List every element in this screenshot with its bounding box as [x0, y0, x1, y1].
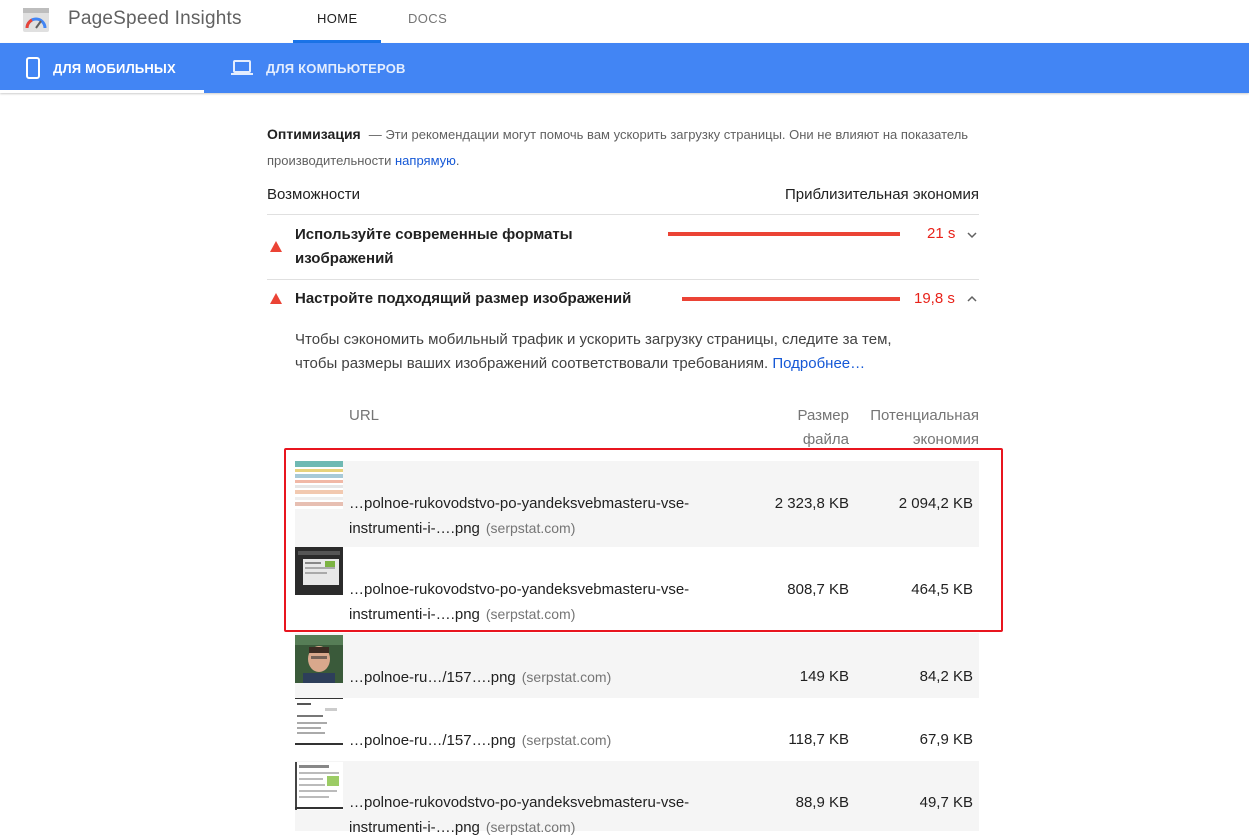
- savings-bar: [668, 232, 900, 236]
- smartphone-icon: [26, 57, 40, 79]
- device-tabs-bar: ДЛЯ МОБИЛЬНЫХ ДЛЯ КОМПЬЮТЕРОВ: [0, 43, 1249, 93]
- row-domain: (serpstat.com): [521, 732, 612, 748]
- directly-link[interactable]: напрямую: [395, 153, 456, 168]
- audit-title-line2: изображений: [295, 250, 394, 267]
- row-domain: (serpstat.com): [521, 669, 612, 685]
- row-potential-saving: 67,9 KB: [919, 731, 973, 748]
- optimization-note: Оптимизация — Эти рекомендации могут помо…: [267, 121, 979, 174]
- device-tab-indicator: [0, 90, 204, 93]
- row-url: …polnoe-ru…/157….png (serpstat.com): [349, 665, 611, 690]
- description-line2: чтобы размеры ваших изображений соответс…: [295, 355, 769, 372]
- column-header-url: URL: [349, 407, 380, 424]
- optimization-text: — Эти рекомендации могут помочь вам уско…: [267, 127, 969, 168]
- row-url-text[interactable]: …polnoe-ru…/157….png: [349, 732, 516, 749]
- row-url-line1[interactable]: …polnoe-rukovodstvo-po-yandeksvebmasteru…: [349, 791, 689, 815]
- row-file-size: 118,7 KB: [788, 731, 849, 748]
- table-row: …polnoe-ru…/157….png (serpstat.com) 118,7…: [295, 698, 979, 761]
- row-potential-saving: 84,2 KB: [919, 668, 973, 685]
- table-row: …polnoe-rukovodstvo-po-yandeksvebmasteru…: [295, 761, 979, 836]
- image-thumbnail: [295, 635, 343, 683]
- tab-desktop[interactable]: ДЛЯ КОМПЬЮТЕРОВ: [231, 43, 406, 93]
- tab-mobile-label: ДЛЯ МОБИЛЬНЫХ: [53, 60, 176, 76]
- table-row: …polnoe-ru…/157….png (serpstat.com) 149 K…: [295, 633, 979, 698]
- audit-modern-image-formats[interactable]: Используйте современные форматы изображе…: [267, 215, 979, 279]
- description-line1: Чтобы сэкономить мобильный трафик и уско…: [295, 331, 892, 348]
- learn-more-link[interactable]: Подробнее…: [772, 355, 865, 372]
- row-file-size: 88,9 KB: [795, 794, 849, 811]
- estimated-savings-label: Приблизительная экономия: [784, 186, 979, 203]
- laptop-icon: [231, 60, 253, 75]
- audit-properly-size-images[interactable]: Настройте подходящий размер изображений …: [267, 280, 979, 320]
- row-domain: (serpstat.com): [485, 819, 576, 835]
- top-header: PageSpeed Insights HOME DOCS: [0, 0, 1249, 43]
- app-title: PageSpeed Insights: [68, 8, 242, 29]
- row-url: …polnoe-ru…/157….png (serpstat.com): [349, 728, 611, 753]
- audit-description: Чтобы сэкономить мобильный трафик и уско…: [295, 328, 975, 376]
- optimization-title: Оптимизация: [267, 126, 361, 142]
- optimization-period: .: [455, 153, 460, 168]
- row-url-text[interactable]: instrumenti-i-….png: [349, 819, 480, 836]
- chevron-up-icon[interactable]: [967, 292, 977, 306]
- audit-saving: 19,8 s: [914, 290, 955, 307]
- savings-bar: [682, 297, 900, 301]
- image-thumbnail: [295, 698, 343, 746]
- fail-triangle-icon: [270, 241, 282, 252]
- opportunities-label: Возможности: [267, 186, 360, 203]
- tab-desktop-label: ДЛЯ КОМПЬЮТЕРОВ: [266, 60, 406, 76]
- row-potential-saving: 49,7 KB: [919, 794, 973, 811]
- nav-docs-tab[interactable]: DOCS: [408, 11, 447, 26]
- column-header-saving-line1: Потенциальная: [870, 407, 979, 424]
- column-header-size-line1: Размер: [797, 407, 849, 424]
- tab-mobile[interactable]: ДЛЯ МОБИЛЬНЫХ: [26, 43, 176, 93]
- nav-home-tab[interactable]: HOME: [317, 11, 358, 26]
- image-thumbnail: [295, 762, 343, 810]
- fail-triangle-icon: [270, 293, 282, 304]
- row-file-size: 149 KB: [799, 668, 849, 685]
- pagespeed-logo-icon: [22, 6, 50, 34]
- row-url-text[interactable]: …polnoe-ru…/157….png: [349, 669, 516, 686]
- audit-title: Настройте подходящий размер изображений: [295, 290, 632, 307]
- highlight-box: [284, 448, 1003, 632]
- audit-title-line1: Используйте современные форматы: [295, 226, 573, 243]
- row-url-line2: instrumenti-i-….png (serpstat.com): [349, 815, 575, 840]
- chevron-down-icon[interactable]: [967, 228, 977, 242]
- audit-saving: 21 s: [927, 225, 956, 242]
